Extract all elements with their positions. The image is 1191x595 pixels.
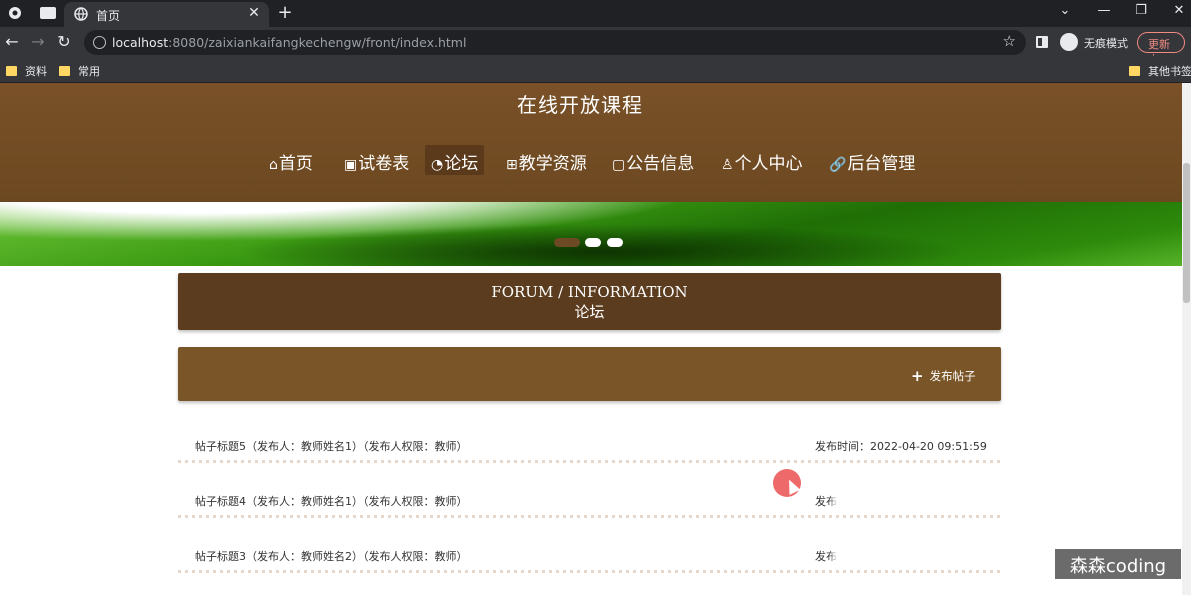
carousel-dot-3[interactable]	[607, 238, 623, 247]
plus-icon: +	[911, 367, 924, 385]
forward-button[interactable]: →	[28, 32, 48, 51]
nav-home[interactable]: ⌂首页	[263, 145, 319, 175]
post-title[interactable]: 帖子标题4（发布人：教师姓名1）（发布人权限：教师）	[195, 493, 468, 509]
notice-icon: ▢	[612, 157, 626, 173]
nav-announcements[interactable]: ▢公告信息	[606, 145, 700, 175]
bookmark-folder-ziliao[interactable]: 资料	[6, 63, 47, 79]
blurred-region	[833, 540, 993, 566]
list-item[interactable]: 帖子标题3（发布人：教师姓名2）（发布人权限：教师） 发布	[178, 518, 1001, 573]
minimize-button[interactable]: —	[1092, 3, 1116, 18]
page-scrollbar[interactable]	[1182, 83, 1191, 595]
browser-toolbar: ← → ↻ localhost:8080/zaixiankaifangkeche…	[0, 27, 1191, 65]
list-item[interactable]: 帖子标题4（发布人：教师姓名1）（发布人权限：教师） 发布	[178, 463, 1001, 518]
scrollbar-thumb[interactable]	[1183, 163, 1190, 303]
new-tab-button[interactable]: +	[275, 2, 295, 23]
reload-button[interactable]: ↻	[54, 32, 74, 51]
page-viewport: 在线开放课程 ⌂首页 ▣试卷表 ◔论坛 ⊞教学资源 ▢公告信息 ♙个人中心 🔗后…	[0, 83, 1191, 595]
update-button[interactable]: 更新 ⋮	[1137, 32, 1185, 65]
tab-list-chevron-icon[interactable]: ⌄	[1053, 3, 1077, 18]
post-title[interactable]: 帖子标题5（发布人：教师姓名1）（发布人权限：教师）	[195, 438, 468, 454]
forum-section-heading: FORUM / INFORMATION 论坛	[178, 273, 1001, 330]
nav-personal-center[interactable]: ♙个人中心	[715, 145, 809, 175]
carousel-dot-1[interactable]	[554, 238, 580, 247]
back-button[interactable]: ←	[2, 32, 22, 51]
carousel-dot-2[interactable]	[585, 238, 601, 247]
forum-heading-en: FORUM / INFORMATION	[491, 283, 688, 301]
bookmark-star-icon[interactable]: ☆	[1003, 32, 1016, 50]
bookmark-folder-changyong[interactable]: 常用	[59, 63, 100, 79]
forum-icon: ◔	[431, 157, 444, 173]
grid-icon: ⊞	[506, 157, 518, 173]
nav-teaching-resources[interactable]: ⊞教学资源	[500, 145, 593, 175]
side-panel-icon[interactable]	[1036, 36, 1048, 48]
url-text: localhost:8080/zaixiankaifangkechengw/fr…	[112, 35, 467, 50]
video-watermark: 森森coding	[1055, 549, 1181, 579]
site-info-icon[interactable]	[93, 36, 106, 49]
publish-post-button[interactable]: + 发布帖子	[911, 367, 976, 385]
bookmarks-bar: 资料 常用 其他书签	[0, 58, 1191, 83]
incognito-icon	[1060, 33, 1078, 51]
globe-icon	[74, 7, 88, 21]
browser-tab-strip: 首页 ✕ + ⌄ — ❐ ✕	[0, 0, 1191, 27]
link-icon: 🔗	[829, 157, 847, 173]
address-bar[interactable]: localhost:8080/zaixiankaifangkechengw/fr…	[84, 30, 1026, 55]
restore-button[interactable]: ❐	[1129, 3, 1153, 18]
nav-admin[interactable]: 🔗后台管理	[823, 145, 921, 175]
tab-search-icon[interactable]	[40, 7, 56, 19]
nav-forum[interactable]: ◔论坛	[425, 145, 485, 175]
close-window-button[interactable]: ✕	[1167, 3, 1191, 18]
post-title[interactable]: 帖子标题3（发布人：教师姓名2）（发布人权限：教师）	[195, 548, 468, 564]
folder-icon	[1129, 66, 1140, 76]
forum-heading-zh: 论坛	[574, 303, 605, 321]
user-icon: ♙	[721, 157, 734, 173]
nav-exam-papers[interactable]: ▣试卷表	[338, 145, 415, 175]
list-item[interactable]: 帖子标题5（发布人：教师姓名1）（发布人权限：教师） 发布时间：2022-04-…	[178, 408, 1001, 463]
folder-icon	[6, 66, 17, 76]
post-time: 发布时间：2022-04-20 09:51:59	[815, 440, 987, 453]
profile-icon[interactable]	[8, 6, 22, 20]
tab-home[interactable]: 首页 ✕	[64, 2, 269, 27]
site-header: 在线开放课程 ⌂首页 ▣试卷表 ◔论坛 ⊞教学资源 ▢公告信息 ♙个人中心 🔗后…	[0, 83, 1191, 202]
folder-icon	[59, 66, 70, 76]
paper-icon: ▣	[344, 157, 358, 173]
tab-title: 首页	[96, 9, 121, 23]
incognito-label: 无痕模式	[1084, 37, 1128, 50]
blurred-region	[833, 485, 993, 511]
bookmark-folder-other[interactable]: 其他书签	[1129, 63, 1191, 79]
site-title: 在线开放课程	[517, 93, 643, 117]
tab-close-icon[interactable]: ✕	[246, 5, 262, 21]
carousel-banner	[0, 202, 1191, 266]
forum-action-bar: + 发布帖子	[178, 347, 1001, 401]
home-icon: ⌂	[269, 157, 278, 173]
